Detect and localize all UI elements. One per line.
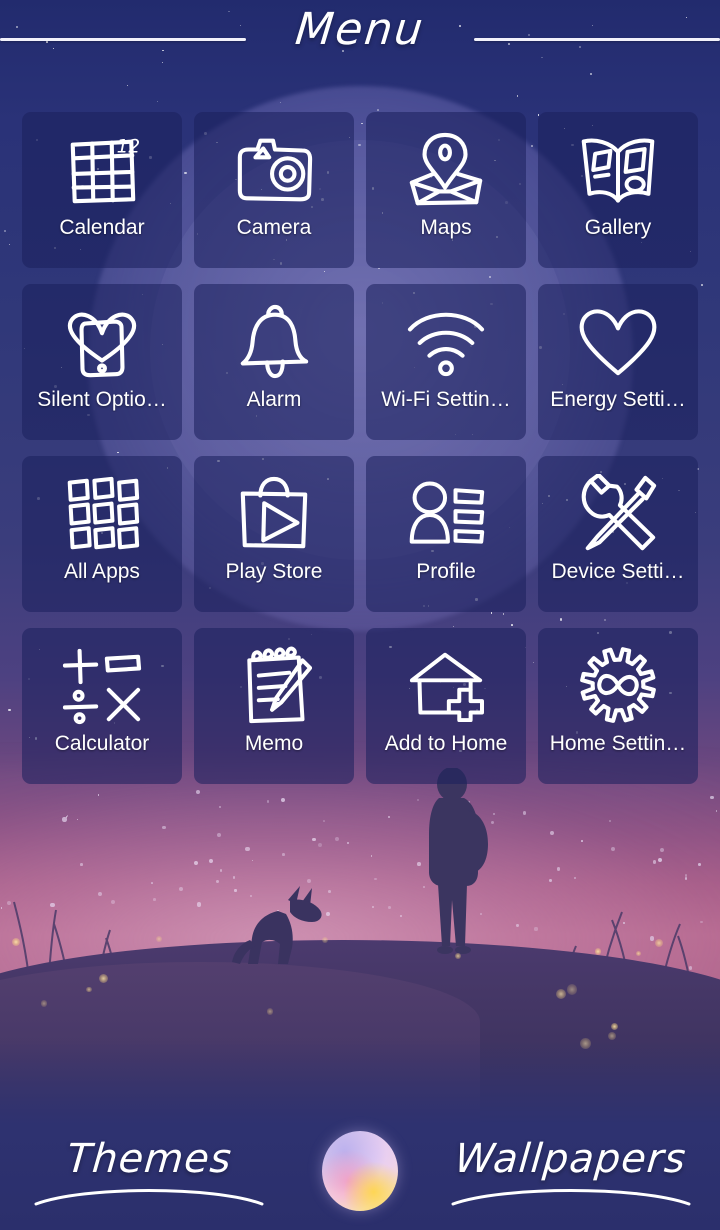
app-tile-label: Profile xyxy=(416,560,476,583)
app-tile-label: Maps xyxy=(420,216,472,239)
wrench-screwdriver-icon xyxy=(576,472,660,556)
app-tile-add-to-home[interactable]: Add to Home xyxy=(366,628,526,784)
star xyxy=(377,108,379,111)
page-title: Menu xyxy=(292,4,428,55)
app-tile-label: Device Setti… xyxy=(551,560,685,583)
star xyxy=(126,84,128,86)
firefly xyxy=(11,938,20,947)
app-tile-label: Alarm xyxy=(246,388,302,411)
person-silhouette xyxy=(429,768,488,954)
app-tile-label: Memo xyxy=(244,732,304,755)
app-tile-label: Energy Setti… xyxy=(550,388,686,411)
bell-icon xyxy=(232,300,316,384)
app-tile-silent-optio[interactable]: Silent Optio… xyxy=(22,284,182,440)
app-tile-gallery[interactable]: Gallery xyxy=(538,112,698,268)
wallpapers-label: Wallpapers xyxy=(453,1136,689,1182)
menu-header: Menu xyxy=(0,0,720,80)
themes-button[interactable]: Themes xyxy=(26,1112,272,1230)
star xyxy=(3,229,6,232)
app-tile-camera[interactable]: Camera xyxy=(194,112,354,268)
firefly xyxy=(266,1008,274,1015)
firefly xyxy=(40,999,48,1007)
app-tile-profile[interactable]: Profile xyxy=(366,456,526,612)
firefly xyxy=(610,1022,618,1030)
themes-label: Themes xyxy=(64,1136,234,1182)
app-tile-play-store[interactable]: Play Store xyxy=(194,456,354,612)
launcher-menu-screen: Menu 12 Calendar Camera Maps Gallery Sil… xyxy=(0,0,720,1230)
app-grid-icon xyxy=(60,472,144,556)
app-tile-label: Add to Home xyxy=(384,732,508,755)
firefly xyxy=(594,948,602,955)
notepad-pencil-icon xyxy=(232,644,316,728)
app-tile-energy-setti[interactable]: Energy Setti… xyxy=(538,284,698,440)
app-tile-alarm[interactable]: Alarm xyxy=(194,284,354,440)
shopping-bag-play-icon xyxy=(232,472,316,556)
wifi-icon xyxy=(404,300,488,384)
app-tile-calendar[interactable]: 12 Calendar xyxy=(22,112,182,268)
themes-underline xyxy=(34,1189,264,1206)
app-tile-label: Play Store xyxy=(225,560,323,583)
app-tile-maps[interactable]: Maps xyxy=(366,112,526,268)
app-tile-label: Wi-Fi Settin… xyxy=(381,388,511,411)
app-tile-label: Camera xyxy=(236,216,312,239)
app-tile-device-setti[interactable]: Device Setti… xyxy=(538,456,698,612)
app-tile-label: Calendar xyxy=(59,216,145,239)
heart-icon xyxy=(576,300,660,384)
star xyxy=(156,100,158,102)
bottom-bar: Themes Wallpapers xyxy=(0,1112,720,1230)
dog-silhouette xyxy=(232,886,322,964)
star xyxy=(8,243,10,245)
open-book-photo-icon xyxy=(576,128,660,212)
firefly xyxy=(555,988,566,999)
calendar-icon: 12 xyxy=(60,128,144,212)
wallpapers-underline xyxy=(451,1189,691,1206)
app-tile-label: Calculator xyxy=(54,732,150,755)
app-tile-home-settin[interactable]: Home Settin… xyxy=(538,628,698,784)
math-symbols-icon xyxy=(60,644,144,728)
camera-icon xyxy=(232,128,316,212)
firefly xyxy=(86,986,92,993)
person-list-icon xyxy=(404,472,488,556)
app-tile-label: All Apps xyxy=(64,560,140,583)
app-tile-label: Silent Optio… xyxy=(37,388,167,411)
star xyxy=(701,283,704,286)
firefly xyxy=(635,950,642,956)
gear-infinity-icon xyxy=(576,644,660,728)
app-tile-label: Gallery xyxy=(584,216,652,239)
app-grid: 12 Calendar Camera Maps Gallery Silent O xyxy=(22,112,698,784)
phone-heart-icon xyxy=(60,300,144,384)
firefly xyxy=(454,952,461,959)
moon-icon[interactable] xyxy=(322,1131,398,1211)
app-tile-memo[interactable]: Memo xyxy=(194,628,354,784)
map-pin-icon xyxy=(404,128,488,212)
app-tile-calculator[interactable]: Calculator xyxy=(22,628,182,784)
app-tile-all-apps[interactable]: All Apps xyxy=(22,456,182,612)
svg-text:12: 12 xyxy=(117,136,141,157)
app-tile-label: Home Settin… xyxy=(549,732,687,755)
house-plus-icon xyxy=(404,644,488,728)
wallpapers-button[interactable]: Wallpapers xyxy=(448,1112,694,1230)
firefly xyxy=(566,984,578,995)
app-tile-wi-fi-settin[interactable]: Wi-Fi Settin… xyxy=(366,284,526,440)
